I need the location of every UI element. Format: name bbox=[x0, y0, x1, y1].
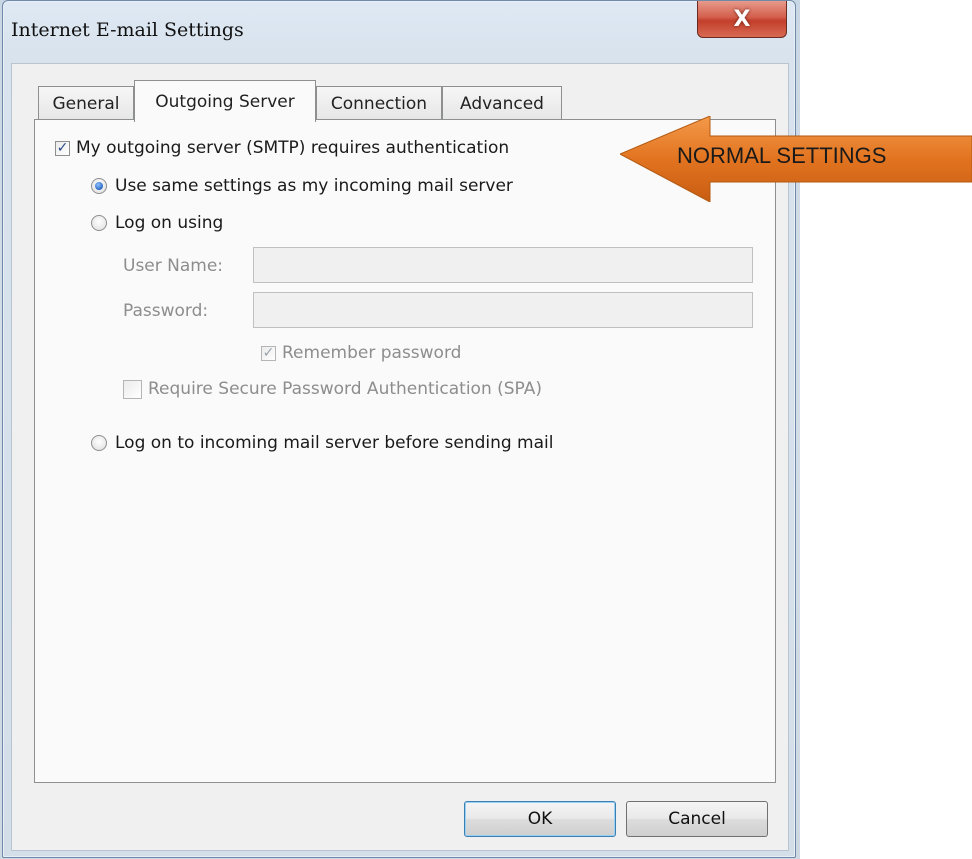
ok-button[interactable]: OK bbox=[464, 801, 616, 837]
requires-auth-label: My outgoing server (SMTP) requires authe… bbox=[76, 138, 510, 158]
cancel-button[interactable]: Cancel bbox=[626, 801, 768, 837]
log-on-incoming-label: Log on to incoming mail server before se… bbox=[115, 433, 554, 453]
requires-auth-option[interactable]: ✓ My outgoing server (SMTP) requires aut… bbox=[55, 138, 509, 158]
close-icon: X bbox=[733, 6, 751, 32]
log-on-using-option[interactable]: Log on using bbox=[91, 213, 223, 233]
checkmark-icon: ✓ bbox=[262, 345, 275, 361]
log-on-incoming-radio[interactable] bbox=[91, 435, 107, 451]
annotation-text: NORMAL SETTINGS bbox=[677, 143, 887, 168]
tab-label: Connection bbox=[330, 93, 428, 114]
require-spa-label: Require Secure Password Authentication (… bbox=[148, 379, 542, 399]
log-on-using-radio[interactable] bbox=[91, 215, 107, 231]
password-label: Password: bbox=[123, 301, 209, 321]
requires-auth-checkbox[interactable]: ✓ bbox=[55, 140, 70, 156]
close-button[interactable]: X bbox=[697, 1, 787, 38]
user-name-field[interactable] bbox=[253, 247, 753, 283]
remember-password-option[interactable]: ✓ Remember password bbox=[261, 343, 461, 363]
remember-password-checkbox[interactable]: ✓ bbox=[261, 345, 276, 361]
tab-label: Outgoing Server bbox=[155, 91, 295, 112]
require-spa-option[interactable]: Require Secure Password Authentication (… bbox=[123, 379, 542, 399]
tab-label: General bbox=[52, 93, 120, 114]
tab-label: Advanced bbox=[460, 93, 544, 114]
log-on-using-label: Log on using bbox=[115, 213, 224, 233]
use-same-settings-label: Use same settings as my incoming mail se… bbox=[115, 176, 513, 196]
title-bar[interactable]: Internet E-mail Settings X bbox=[3, 1, 795, 63]
cancel-label: Cancel bbox=[668, 809, 726, 829]
checkmark-icon: ✓ bbox=[56, 140, 69, 156]
tab-connection[interactable]: Connection bbox=[316, 86, 442, 120]
remember-password-label: Remember password bbox=[282, 343, 462, 363]
require-spa-checkbox[interactable] bbox=[123, 379, 142, 399]
outgoing-server-panel: ✓ My outgoing server (SMTP) requires aut… bbox=[34, 119, 776, 783]
tab-outgoing-server[interactable]: Outgoing Server bbox=[134, 80, 316, 122]
use-same-settings-radio[interactable] bbox=[91, 178, 107, 194]
password-field[interactable] bbox=[253, 292, 753, 328]
user-name-label: User Name: bbox=[123, 256, 224, 276]
window-title: Internet E-mail Settings bbox=[11, 19, 244, 41]
log-on-incoming-option[interactable]: Log on to incoming mail server before se… bbox=[91, 433, 553, 453]
ok-label: OK bbox=[527, 809, 553, 829]
tab-advanced[interactable]: Advanced bbox=[442, 86, 562, 120]
tab-general[interactable]: General bbox=[38, 86, 134, 120]
use-same-settings-option[interactable]: Use same settings as my incoming mail se… bbox=[91, 176, 513, 196]
